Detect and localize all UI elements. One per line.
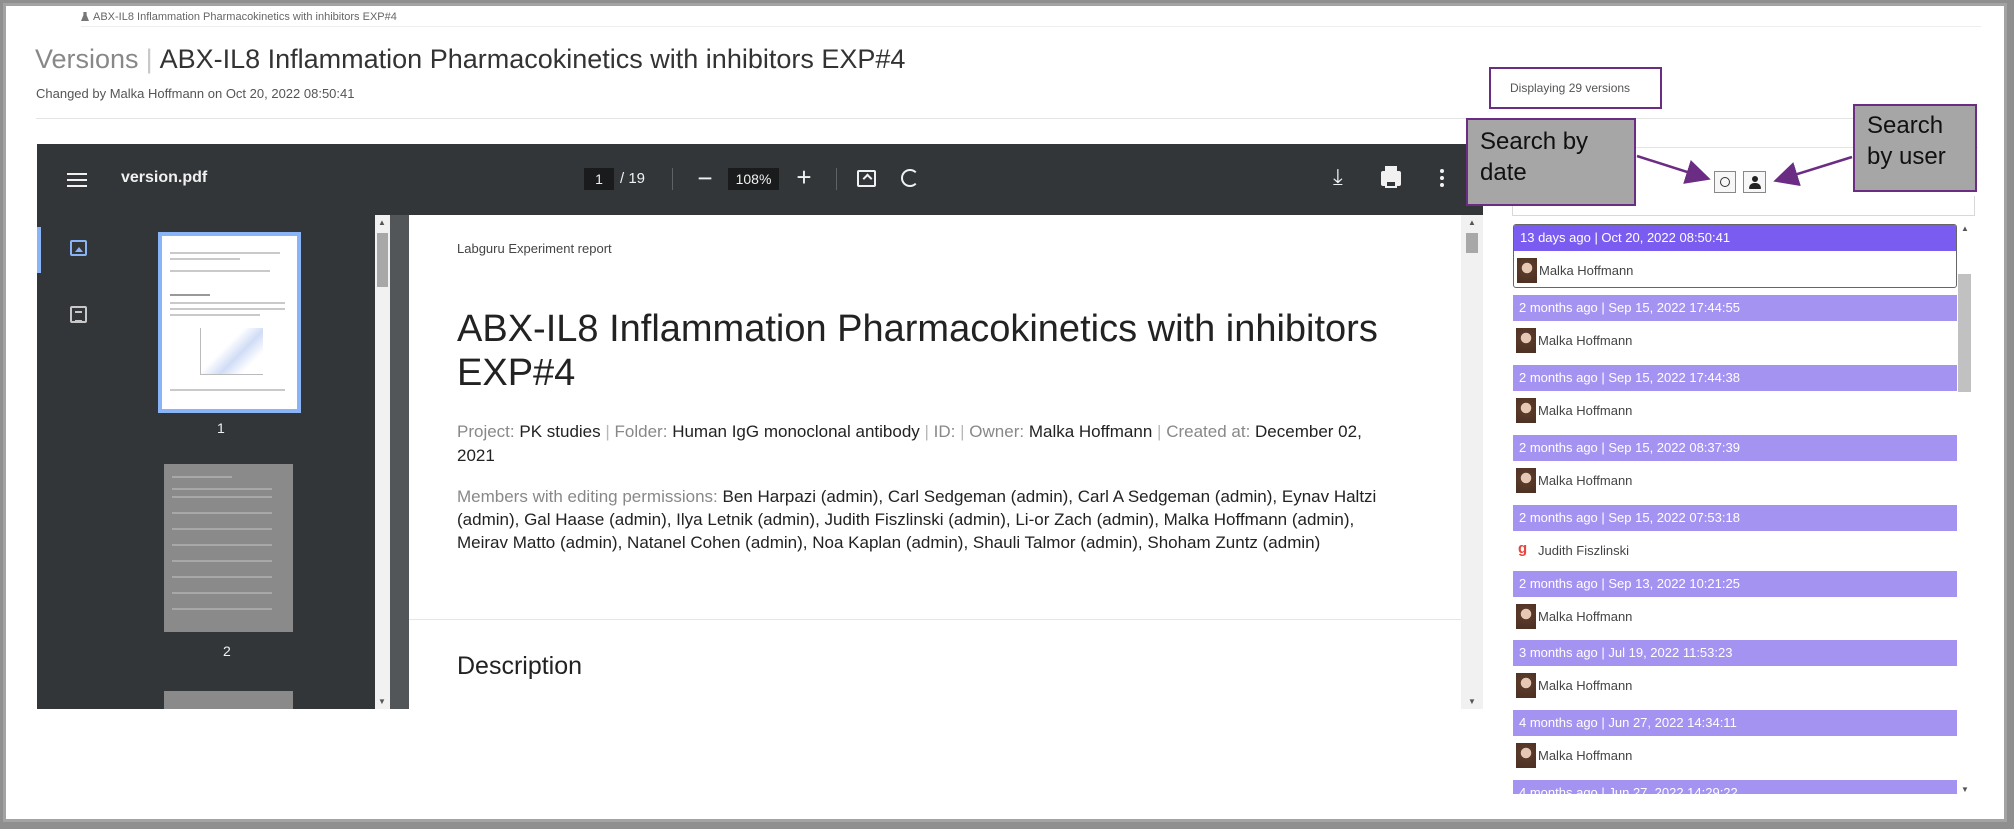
annotation-arrows — [1636, 154, 1853, 187]
arrow-to-date-button — [1636, 154, 1711, 184]
arrow-to-user-button — [1773, 155, 1853, 187]
screenshot-frame: ABX-IL8 Inflammation Pharmacokinetics wi… — [3, 3, 2007, 822]
